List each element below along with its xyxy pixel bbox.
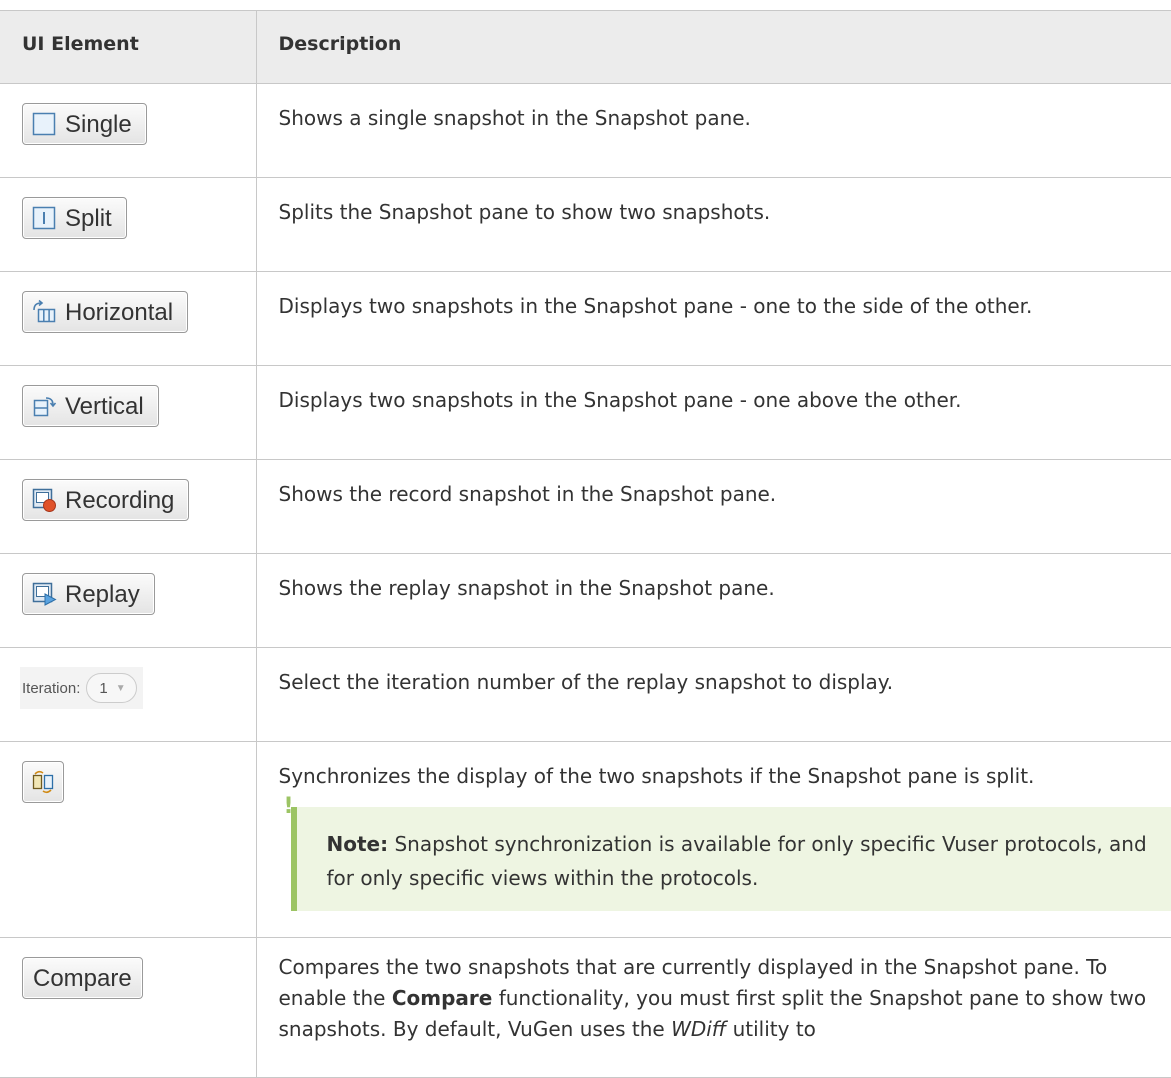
note-box: ! Note: Snapshot synchronization is avai… [291,807,1171,911]
table-row: Replay Shows the replay snapshot in the … [0,554,1171,648]
synchronize-icon [30,769,56,795]
table-row: Recording Shows the record snapshot in t… [0,460,1171,554]
vertical-button-label: Vertical [65,390,144,423]
description-cell: Shows the record snapshot in the Snapsho… [256,460,1171,554]
iteration-value: 1 [99,672,107,705]
split-pane-icon [31,205,57,231]
horizontal-button-label: Horizontal [65,296,173,329]
recording-button[interactable]: Recording [22,479,189,521]
horizontal-button[interactable]: Horizontal [22,291,188,333]
compare-button-label: Compare [33,962,132,995]
header-ui-element: UI Element [0,11,256,84]
replay-button-label: Replay [65,578,140,611]
single-button-label: Single [65,108,132,141]
split-button[interactable]: Split [22,197,127,239]
iteration-select[interactable]: 1 ▼ [86,673,136,703]
table-header-row: UI Element Description [0,11,1171,84]
horizontal-layout-icon [31,299,57,325]
single-pane-icon [31,111,57,137]
iteration-control: Iteration: 1 ▼ [20,667,143,709]
table-row: Single Shows a single snapshot in the Sn… [0,84,1171,178]
synchronize-button[interactable] [22,761,64,803]
table-row: Vertical Displays two snapshots in the S… [0,366,1171,460]
description-cell: Shows the replay snapshot in the Snapsho… [256,554,1171,648]
vertical-layout-icon [31,393,57,419]
header-description: Description [256,11,1171,84]
note-text: Snapshot synchronization is available fo… [327,832,1147,890]
compare-keyword: Compare [392,986,493,1010]
description-cell: Splits the Snapshot pane to show two sna… [256,178,1171,272]
split-button-label: Split [65,202,112,235]
table-row: Horizontal Displays two snapshots in the… [0,272,1171,366]
iteration-label: Iteration: [22,672,80,705]
description-cell: Displays two snapshots in the Snapshot p… [256,366,1171,460]
description-cell: Compares the two snapshots that are curr… [256,938,1171,1078]
compare-button[interactable]: Compare [22,957,143,999]
description-cell: Select the iteration number of the repla… [256,648,1171,742]
replay-snapshot-icon [31,581,57,607]
table-row: Split Splits the Snapshot pane to show t… [0,178,1171,272]
replay-button[interactable]: Replay [22,573,155,615]
single-button[interactable]: Single [22,103,147,145]
description-cell: Displays two snapshots in the Snapshot p… [256,272,1171,366]
description-cell: Synchronizes the display of the two snap… [279,760,1160,793]
description-cell: Shows a single snapshot in the Snapshot … [256,84,1171,178]
chevron-down-icon: ▼ [116,672,126,705]
recording-button-label: Recording [65,484,174,517]
table-row: Compare Compares the two snapshots that … [0,938,1171,1078]
ui-elements-table: UI Element Description Single Shows a si… [0,10,1171,1078]
note-label: Note: [327,832,389,856]
table-row: Synchronizes the display of the two snap… [0,742,1171,938]
vertical-button[interactable]: Vertical [22,385,159,427]
note-exclamation-icon: ! [284,796,290,818]
table-row: Iteration: 1 ▼ Select the iteration numb… [0,648,1171,742]
wdiff-utility-name: WDiff [671,1017,726,1041]
record-snapshot-icon [31,487,57,513]
